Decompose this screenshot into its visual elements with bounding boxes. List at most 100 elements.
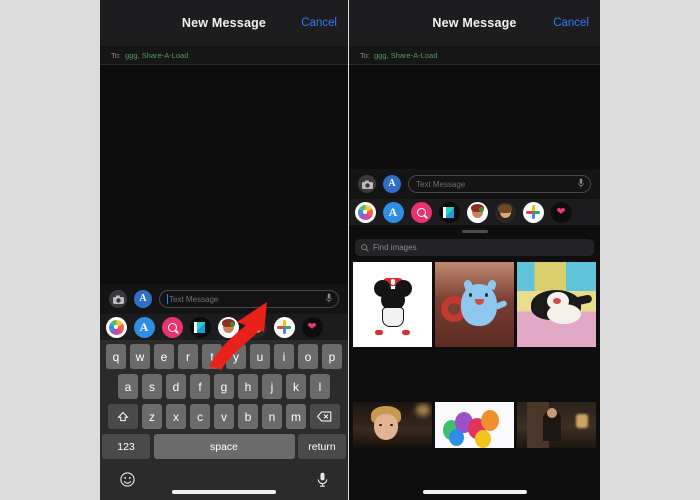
images-app-panel: Find images <box>349 225 600 500</box>
images-app-icon-right[interactable] <box>410 201 432 223</box>
images-app-icon[interactable] <box>161 316 183 338</box>
keyboard-row-2: a s d f g h j k l <box>102 374 346 399</box>
recipient-field-right[interactable]: To: ggg, Share-A-Load <box>349 46 600 65</box>
balloons-thumbnail[interactable] <box>435 402 514 448</box>
phone-panel-right: New Message Cancel To: ggg, Share-A-Load… <box>349 0 600 500</box>
onscreen-keyboard[interactable]: q w e r t y u i o p a s d f g h j k l z … <box>100 340 348 500</box>
man-in-room-thumbnail[interactable] <box>517 402 596 448</box>
screenshot-stage: New Message Cancel To: ggg, Share-A-Load… <box>0 0 700 500</box>
recipient-names: ggg, Share-A-Load <box>125 50 189 60</box>
find-images-search-input[interactable]: Find images <box>355 239 594 256</box>
message-input-right[interactable]: Text Message <box>408 175 591 193</box>
key-f[interactable]: f <box>189 374 211 399</box>
cancel-button[interactable]: Cancel <box>301 17 337 29</box>
blond-man-thumbnail[interactable] <box>353 402 432 448</box>
space-key[interactable]: space <box>153 434 295 459</box>
key-n[interactable]: n <box>261 404 283 429</box>
document-app-icon-right[interactable] <box>438 201 460 223</box>
google-photos-app-icon[interactable] <box>273 316 295 338</box>
key-g[interactable]: g <box>213 374 235 399</box>
key-e[interactable]: e <box>153 344 175 369</box>
key-m[interactable]: m <box>285 404 307 429</box>
key-r[interactable]: r <box>177 344 199 369</box>
key-l[interactable]: l <box>309 374 331 399</box>
google-photos-app-icon-right[interactable] <box>522 201 544 223</box>
catbug-thumbnail[interactable] <box>435 262 514 347</box>
key-d[interactable]: d <box>165 374 187 399</box>
heart-sticker-icon-right[interactable]: ❤ <box>550 201 572 223</box>
message-input[interactable]: Text Message <box>159 290 339 308</box>
return-key[interactable]: return <box>298 434 346 459</box>
key-w[interactable]: w <box>129 344 151 369</box>
key-s[interactable]: s <box>141 374 163 399</box>
conversation-area-right <box>349 65 600 169</box>
key-z[interactable]: z <box>141 404 163 429</box>
recipient-field[interactable]: To: ggg, Share-A-Load <box>100 46 348 65</box>
key-c[interactable]: c <box>189 404 211 429</box>
magnifier-icon <box>361 239 369 257</box>
numbers-key[interactable]: 123 <box>102 434 150 459</box>
minnie-mouse-thumbnail[interactable] <box>353 262 432 347</box>
messages-screen-right: New Message Cancel To: ggg, Share-A-Load… <box>349 0 600 500</box>
key-t[interactable]: t <box>201 344 223 369</box>
backspace-icon[interactable] <box>309 404 340 429</box>
memoji-sticker-icon-right[interactable] <box>466 201 488 223</box>
key-x[interactable]: x <box>165 404 187 429</box>
heart-sticker-icon[interactable]: ❤ <box>301 316 323 338</box>
key-h[interactable]: h <box>237 374 259 399</box>
message-placeholder-right: Text Message <box>416 179 466 189</box>
keyboard-row-3: z x c v b n m <box>102 404 346 429</box>
key-k[interactable]: k <box>285 374 307 399</box>
navigation-bar-right: New Message Cancel <box>349 0 600 46</box>
key-p[interactable]: p <box>321 344 343 369</box>
microphone-icon[interactable] <box>326 290 332 308</box>
drag-handle[interactable] <box>461 230 488 233</box>
home-indicator <box>172 490 276 494</box>
app-store-app-icon[interactable]: A <box>133 316 155 338</box>
messages-screen-left: New Message Cancel To: ggg, Share-A-Load… <box>100 0 348 500</box>
photos-app-icon-right[interactable] <box>354 201 376 223</box>
keyboard-row-1: q w e r t y u i o p <box>102 344 346 369</box>
key-v[interactable]: v <box>213 404 235 429</box>
navigation-bar: New Message Cancel <box>100 0 348 46</box>
sylvester-cat-thumbnail[interactable] <box>517 262 596 347</box>
key-a[interactable]: a <box>117 374 139 399</box>
memoji-sticker-icon[interactable] <box>217 316 239 338</box>
text-caret <box>167 294 168 304</box>
key-b[interactable]: b <box>237 404 259 429</box>
home-indicator-right <box>422 490 527 494</box>
keyboard-bottom-bar <box>102 464 346 500</box>
camera-icon-right[interactable] <box>358 175 376 193</box>
page-title-right: New Message <box>432 16 517 30</box>
key-q[interactable]: q <box>105 344 127 369</box>
app-store-icon-right[interactable]: A <box>383 175 401 193</box>
key-u[interactable]: u <box>249 344 271 369</box>
compose-bar-right: A Text Message <box>349 169 600 199</box>
conversation-area <box>100 65 348 284</box>
document-app-icon[interactable] <box>189 316 211 338</box>
image-results-grid <box>349 262 600 500</box>
key-o[interactable]: o <box>297 344 319 369</box>
page-title: New Message <box>181 16 267 30</box>
imessage-app-drawer-right[interactable]: A ❤ <box>349 199 600 225</box>
phone-panel-left: New Message Cancel To: ggg, Share-A-Load… <box>100 0 348 500</box>
memoji-avatar-icon[interactable] <box>245 316 267 338</box>
emoji-icon[interactable] <box>120 472 135 492</box>
key-y[interactable]: y <box>225 344 247 369</box>
microphone-icon-right[interactable] <box>578 175 584 193</box>
key-i[interactable]: i <box>273 344 295 369</box>
memoji-avatar-icon-right[interactable] <box>494 201 516 223</box>
key-j[interactable]: j <box>261 374 283 399</box>
compose-bar-left: A Text Message <box>100 284 348 314</box>
app-store-app-icon-right[interactable]: A <box>382 201 404 223</box>
imessage-app-drawer-left[interactable]: A ❤ <box>100 314 348 340</box>
to-label: To: <box>111 50 122 60</box>
dictation-microphone-icon[interactable] <box>317 472 328 492</box>
find-images-placeholder: Find images <box>373 243 417 252</box>
keyboard-row-4: 123 space return <box>102 434 346 459</box>
cancel-button-right[interactable]: Cancel <box>553 17 589 29</box>
app-store-icon[interactable]: A <box>134 290 152 308</box>
camera-icon[interactable] <box>109 290 127 308</box>
shift-icon[interactable] <box>108 404 139 429</box>
photos-app-icon[interactable] <box>105 316 127 338</box>
